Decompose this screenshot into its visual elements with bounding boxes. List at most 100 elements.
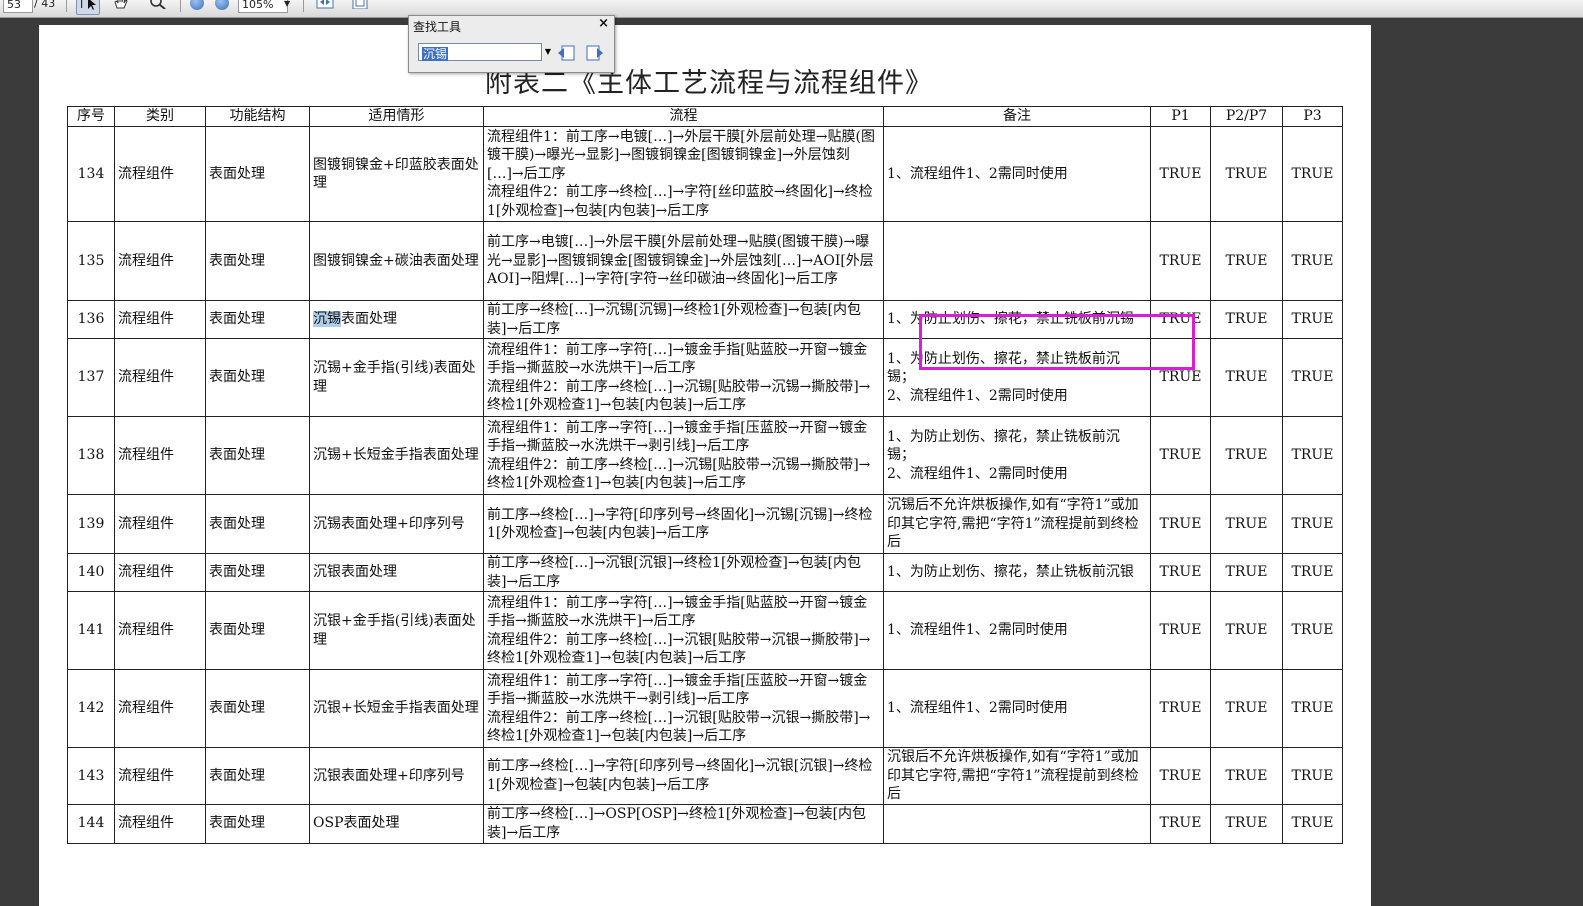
hand-tool-icon[interactable]	[110, 0, 132, 13]
row-category-text: 流程组件	[118, 815, 174, 832]
viewer-toolbar: 53 / 43 I 105% ▼	[0, 0, 1583, 18]
header-note: 备注	[883, 106, 1151, 127]
row-no-text: 134	[77, 165, 105, 182]
row-category-text: 流程组件	[118, 564, 174, 581]
find-input[interactable]: 沉锡	[418, 43, 542, 61]
row-category-text: 流程组件	[118, 252, 174, 269]
row-flow-text: 流程组件1：前工序→字符[…]→镀金手指[贴蓝胶→开窗→镀金手指→撕蓝胶→水洗烘…	[487, 341, 871, 414]
row-p3-text: TRUE	[1291, 515, 1334, 532]
table-row: 135 流程组件 表面处理 图镀铜镍金+碳油表面处理 前工序→电镀[…]→外层干膜[外层…	[67, 221, 1343, 301]
row-p3: TRUE	[1282, 494, 1343, 554]
row-p1: TRUE	[1150, 669, 1211, 748]
row-case: OSP表面处理	[309, 803, 484, 844]
row-function: 表面处理	[205, 221, 310, 301]
page-number-input[interactable]: 53	[3, 0, 33, 13]
row-no-text: 136	[77, 311, 105, 328]
row-p3-text: TRUE	[1291, 447, 1334, 464]
row-function-text: 表面处理	[209, 515, 265, 532]
row-function: 表面处理	[205, 338, 310, 417]
row-category-text: 流程组件	[118, 369, 174, 386]
row-no-text: 137	[77, 369, 105, 386]
row-category: 流程组件	[114, 416, 206, 495]
close-icon[interactable]: ×	[598, 16, 609, 31]
chevron-down-icon[interactable]: ▼	[542, 43, 554, 61]
row-p2p7-text: TRUE	[1225, 311, 1268, 328]
row-p3-text: TRUE	[1291, 252, 1334, 269]
fit-page-icon[interactable]	[349, 0, 371, 13]
find-dialog-title: 查找工具	[413, 20, 462, 34]
row-note-text: 1、为防止划伤、擦花，禁止铣板前沉锡； 2、流程组件1、2需同时使用	[887, 428, 1120, 482]
table-row: 137 流程组件 表面处理 沉锡+金手指(引线)表面处理 流程组件1：前工序→字符[…]…	[67, 338, 1343, 417]
row-p3: TRUE	[1282, 300, 1343, 339]
zoom-out-icon[interactable]	[190, 0, 204, 10]
row-p1: TRUE	[1150, 591, 1211, 670]
row-category: 流程组件	[114, 300, 206, 339]
row-function: 表面处理	[205, 416, 310, 495]
row-p3: TRUE	[1282, 803, 1343, 844]
row-p1-text: TRUE	[1159, 515, 1202, 532]
fit-width-icon[interactable]	[314, 0, 336, 13]
row-category: 流程组件	[114, 747, 206, 805]
row-p2p7: TRUE	[1210, 803, 1283, 844]
row-no-text: 141	[77, 622, 105, 639]
row-p3-text: TRUE	[1291, 311, 1334, 328]
select-tool-icon[interactable]: I	[76, 0, 100, 15]
row-no: 140	[67, 553, 115, 592]
row-note	[883, 803, 1151, 844]
row-p1-text: TRUE	[1159, 767, 1202, 784]
header-flow: 流程	[483, 106, 884, 127]
table-row: 140 流程组件 表面处理 沉银表面处理 前工序→终检[…]→沉银[沉银]→终检1[外观…	[67, 553, 1343, 592]
row-flow-text: 前工序→终检[…]→沉银[沉银]→终检1[外观检查]→包装[内包装]→后工序	[487, 555, 862, 590]
row-case-text: 沉锡表面处理+印序列号	[313, 515, 465, 532]
row-function-text: 表面处理	[209, 311, 265, 328]
zoom-dropdown-icon[interactable]: ▼	[284, 0, 290, 13]
header-p1: P1	[1150, 106, 1211, 127]
row-p3-text: TRUE	[1291, 165, 1334, 182]
row-case: 图镀铜镍金+印蓝胶表面处理	[309, 126, 484, 222]
row-case: 沉锡+金手指(引线)表面处理	[309, 338, 484, 417]
header-case: 适用情形	[309, 106, 484, 127]
row-p1: TRUE	[1150, 553, 1211, 592]
row-flow: 流程组件1：前工序→字符[…]→镀金手指[压蓝胶→开窗→镀金手指→撕蓝胶→水洗烘…	[483, 669, 884, 748]
row-category-text: 流程组件	[118, 767, 174, 784]
row-category: 流程组件	[114, 338, 206, 417]
find-next-icon[interactable]	[585, 44, 605, 62]
row-function: 表面处理	[205, 300, 310, 339]
row-category-text: 流程组件	[118, 700, 174, 717]
row-p2p7: TRUE	[1210, 221, 1283, 301]
row-flow: 前工序→终检[…]→OSP[OSP]→终检1[外观检查]→包装[内包装]→后工序	[483, 803, 884, 844]
row-note: 沉银后不允许烘板操作,如有“字符1”或加印其它字符,需把“字符1”流程提前到终检…	[883, 747, 1151, 805]
row-p3-text: TRUE	[1291, 369, 1334, 386]
row-category: 流程组件	[114, 221, 206, 301]
row-no-text: 139	[77, 515, 105, 532]
row-no: 138	[67, 416, 115, 495]
find-previous-icon[interactable]	[556, 44, 576, 62]
header-p2p7: P2/P7	[1210, 106, 1283, 127]
row-p1: TRUE	[1150, 300, 1211, 339]
row-no: 141	[67, 591, 115, 670]
row-p1-text: TRUE	[1159, 165, 1202, 182]
row-p1-text: TRUE	[1159, 252, 1202, 269]
zoom-tool-icon[interactable]	[147, 0, 169, 13]
zoom-in-icon[interactable]	[215, 0, 229, 10]
row-p1-text: TRUE	[1159, 447, 1202, 464]
row-p2p7: TRUE	[1210, 747, 1283, 805]
zoom-level-input[interactable]: 105%	[238, 0, 288, 13]
row-note: 1、流程组件1、2需同时使用	[883, 126, 1151, 222]
row-case: 图镀铜镍金+碳油表面处理	[309, 221, 484, 301]
row-p3: TRUE	[1282, 221, 1343, 301]
table-row: 139 流程组件 表面处理 沉锡表面处理+印序列号 前工序→终检[…]→字符[印序列号→…	[67, 494, 1343, 554]
row-note: 1、为防止划伤、擦花，禁止铣板前沉锡	[883, 300, 1151, 339]
row-flow-text: 前工序→电镀[…]→外层干膜[外层前处理→贴膜(图镀干膜)→曝光→显影]→图镀铜…	[487, 234, 874, 288]
page-total-label: / 43	[34, 0, 56, 10]
row-case: 沉银表面处理+印序列号	[309, 747, 484, 805]
header-p3: P3	[1282, 106, 1343, 127]
row-function: 表面处理	[205, 669, 310, 748]
row-p1-text: TRUE	[1159, 369, 1202, 386]
row-no-text: 135	[77, 252, 105, 269]
row-p3-text: TRUE	[1291, 564, 1334, 581]
row-function: 表面处理	[205, 803, 310, 844]
row-p2p7: TRUE	[1210, 494, 1283, 554]
row-no-text: 142	[77, 700, 105, 717]
row-p2p7: TRUE	[1210, 126, 1283, 222]
